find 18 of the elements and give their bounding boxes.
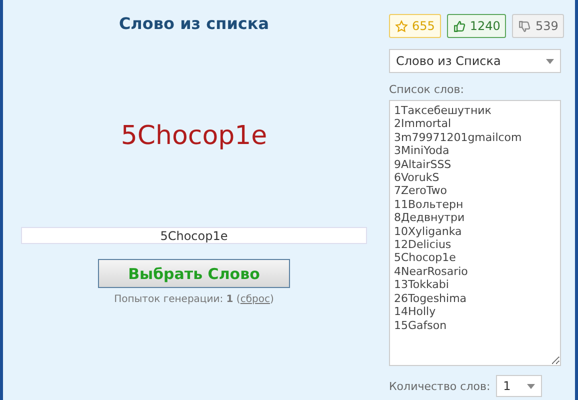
star-icon: [395, 20, 408, 32]
reset-link[interactable]: сброс: [240, 294, 270, 305]
result-field[interactable]: 5Chocop1e: [21, 227, 367, 244]
page-title: Слово из списка: [118, 14, 270, 33]
thumbs-up-icon: [452, 20, 466, 32]
attempts-text: Попыток генерации: 1 (сброс): [114, 294, 274, 305]
caret-icon: [546, 58, 554, 64]
thumbs-down-icon: [518, 20, 532, 32]
like-button[interactable]: 1240: [446, 14, 506, 38]
dislike-button[interactable]: 539: [512, 14, 564, 38]
mode-dropdown[interactable]: Слово из Списка: [389, 49, 561, 73]
result-word: 5Chocop1e: [120, 121, 268, 151]
word-count-label: Количество слов:: [389, 380, 490, 392]
word-list-field[interactable]: 1Таксебешутник 2Immortal 3m79971201gmailcom 3MiniYoda 9AltairSSS 6VorukS 7ZeroTwo 11Вольтерн 8Дедвнутри 10Xyliganka 12Delicius 5Chocop1e 4NearRosario 13Tokkabi 26Togeshima 14Holly 15Gafson: [389, 100, 561, 366]
caret-icon: [527, 384, 536, 388]
pick-word-button[interactable]: Выбрать Слово: [98, 259, 290, 288]
word-count-dropdown[interactable]: 1: [496, 375, 542, 397]
word-list-label: Список слов:: [389, 83, 465, 96]
